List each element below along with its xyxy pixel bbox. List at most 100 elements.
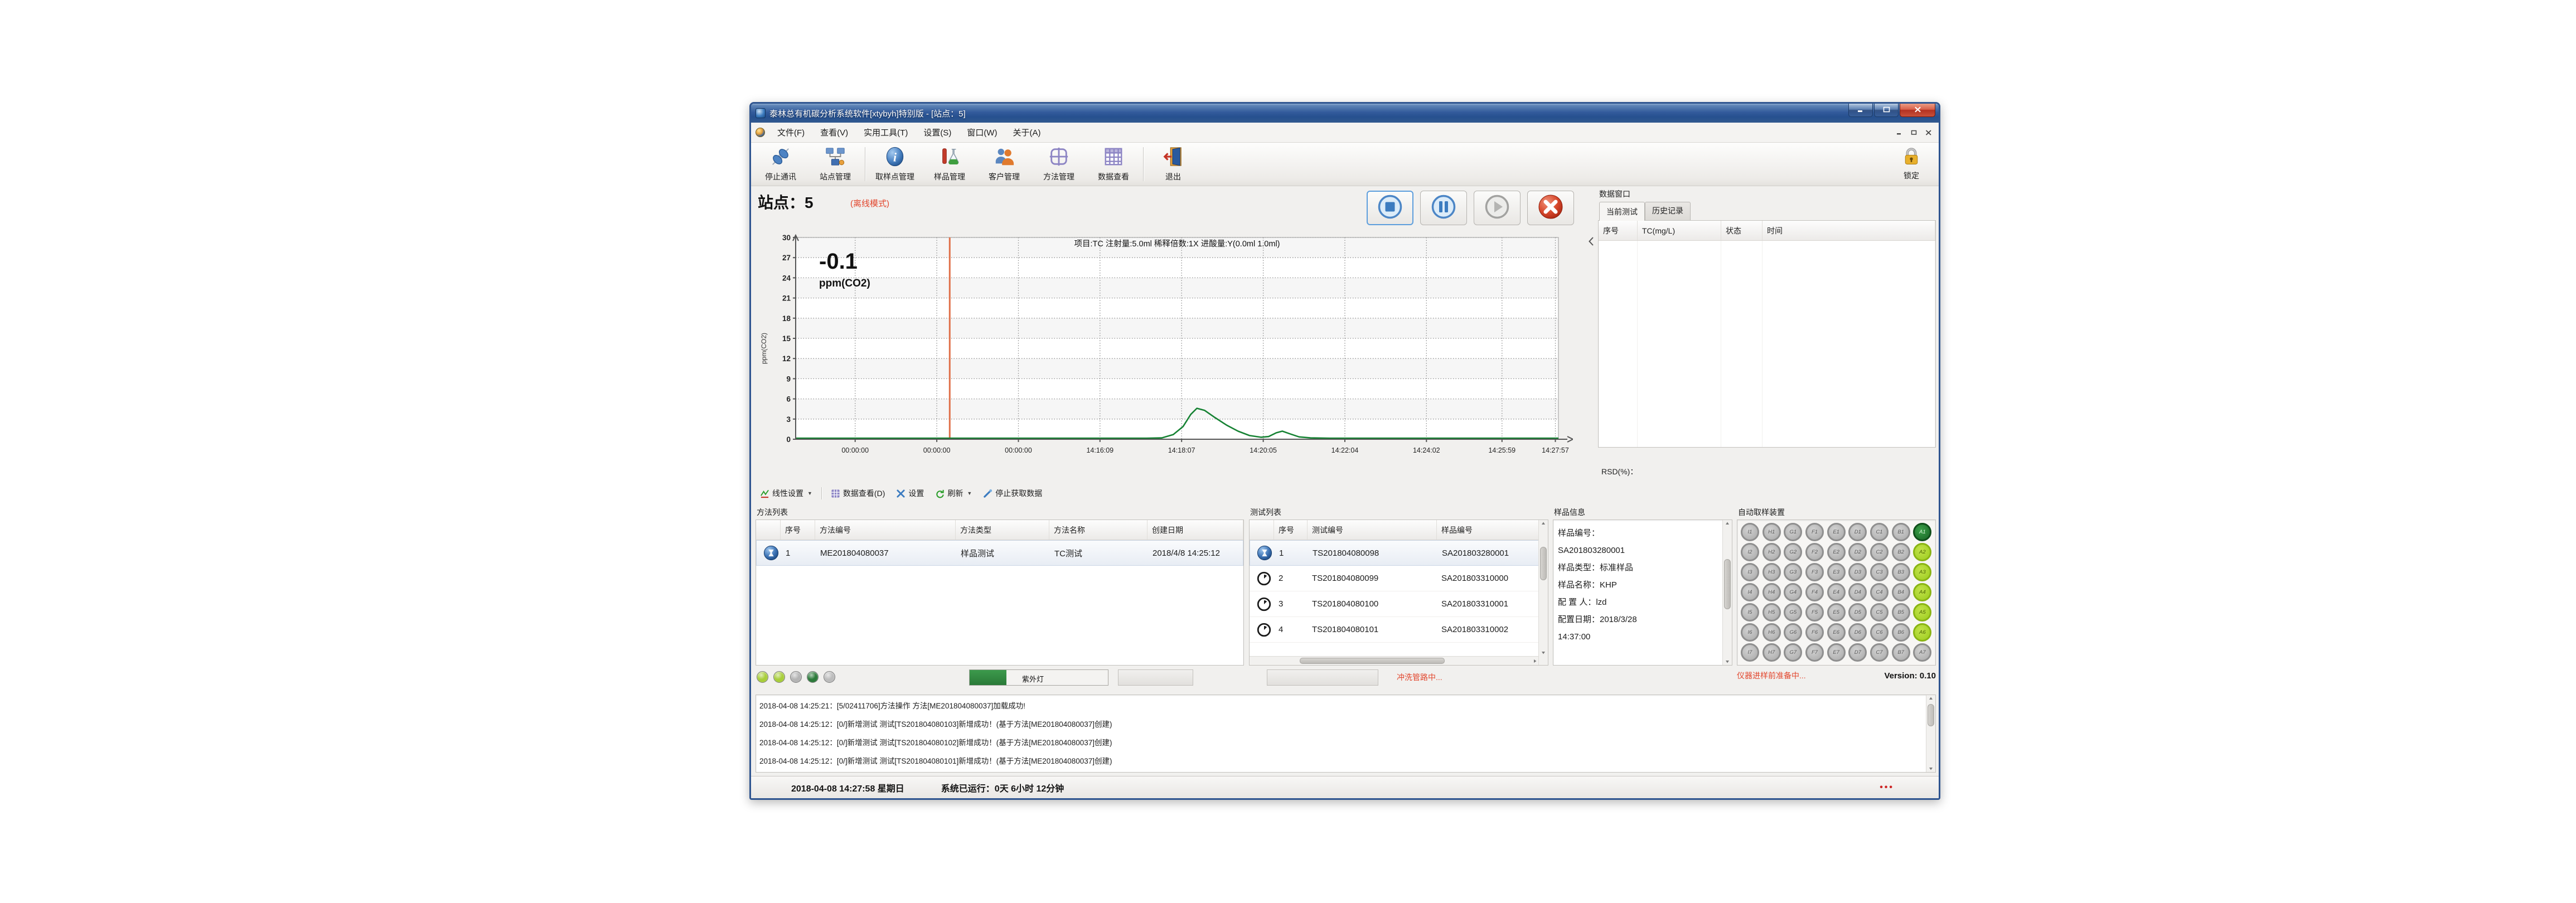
vial-C6[interactable]: C6 bbox=[1870, 623, 1889, 642]
vial-G6[interactable]: G6 bbox=[1784, 623, 1802, 642]
vial-H2[interactable]: H2 bbox=[1762, 543, 1781, 561]
menu-item[interactable]: 关于(A) bbox=[1005, 123, 1048, 142]
signal-chart[interactable]: 03691215182124273000:00:0000:00:0000:00:… bbox=[770, 233, 1573, 467]
scroll-down-icon[interactable] bbox=[1929, 766, 1933, 771]
minimize-button[interactable] bbox=[1848, 104, 1873, 117]
column-header[interactable]: 序号 bbox=[781, 520, 815, 540]
vial-B2[interactable]: B2 bbox=[1892, 543, 1910, 561]
vial-I7[interactable]: I7 bbox=[1741, 643, 1759, 662]
abort-run-button[interactable] bbox=[1527, 191, 1574, 225]
table-row[interactable]: 2TS201804080099SA201803310000 bbox=[1250, 566, 1548, 591]
vial-A6[interactable]: A6 bbox=[1913, 623, 1931, 642]
scroll-right-icon[interactable] bbox=[1533, 659, 1537, 663]
sample-info-scrollbar[interactable] bbox=[1722, 520, 1732, 665]
play-run-button[interactable] bbox=[1474, 191, 1521, 225]
column-header[interactable]: 方法编号 bbox=[815, 520, 956, 540]
vial-D4[interactable]: D4 bbox=[1848, 583, 1867, 601]
vial-G5[interactable]: G5 bbox=[1784, 603, 1802, 622]
title-bar[interactable]: 泰林总有机碳分析系统软件[xtybyh]特别版 - [站点：5] bbox=[751, 104, 1939, 123]
vial-H6[interactable]: H6 bbox=[1762, 623, 1781, 642]
vial-C1[interactable]: C1 bbox=[1870, 523, 1889, 541]
toolbar-button[interactable]: 客户管理 bbox=[977, 144, 1032, 185]
vial-F4[interactable]: F4 bbox=[1805, 583, 1824, 601]
column-header[interactable]: 测试编号 bbox=[1308, 520, 1437, 540]
vial-C7[interactable]: C7 bbox=[1870, 643, 1889, 662]
vial-E7[interactable]: E7 bbox=[1827, 643, 1846, 662]
vial-F2[interactable]: F2 bbox=[1805, 543, 1824, 561]
scroll-up-icon[interactable] bbox=[1725, 521, 1730, 526]
tab-历史记录[interactable]: 历史记录 bbox=[1645, 202, 1691, 221]
menu-item[interactable]: 窗口(W) bbox=[959, 123, 1005, 142]
vial-F5[interactable]: F5 bbox=[1805, 603, 1824, 622]
vial-I2[interactable]: I2 bbox=[1741, 543, 1759, 561]
table-row[interactable]: 1TS201804080098SA201803280001 bbox=[1250, 540, 1548, 566]
column-header[interactable]: 序号 bbox=[1274, 520, 1308, 540]
toolbar-button[interactable]: 退出 bbox=[1146, 144, 1200, 185]
vial-A1[interactable]: A1 bbox=[1913, 523, 1931, 541]
column-header[interactable] bbox=[756, 520, 781, 540]
vial-D5[interactable]: D5 bbox=[1848, 603, 1867, 622]
vial-I6[interactable]: I6 bbox=[1741, 623, 1759, 642]
mdi-close-button[interactable] bbox=[1924, 129, 1933, 136]
chart-toolbar-item[interactable]: 停止获取数据 bbox=[979, 486, 1047, 501]
collapse-panel-button[interactable] bbox=[1586, 235, 1595, 250]
column-header[interactable]: TC(mg/L) bbox=[1638, 221, 1721, 240]
vial-C5[interactable]: C5 bbox=[1870, 603, 1889, 622]
menu-item[interactable]: 实用工具(T) bbox=[856, 123, 916, 142]
lock-button[interactable]: 锁定 bbox=[1890, 145, 1933, 183]
pause-run-button[interactable] bbox=[1420, 191, 1467, 225]
vial-H4[interactable]: H4 bbox=[1762, 583, 1781, 601]
menu-item[interactable]: 文件(F) bbox=[769, 123, 812, 142]
vial-A5[interactable]: A5 bbox=[1913, 603, 1931, 622]
vial-E1[interactable]: E1 bbox=[1827, 523, 1846, 541]
menu-item[interactable]: 设置(S) bbox=[916, 123, 959, 142]
vial-D1[interactable]: D1 bbox=[1848, 523, 1867, 541]
vial-H5[interactable]: H5 bbox=[1762, 603, 1781, 622]
table-row[interactable]: 3TS201804080100SA201803310001 bbox=[1250, 591, 1548, 617]
stop-run-button[interactable] bbox=[1367, 191, 1413, 225]
toolbar-button[interactable]: 停止通讯 bbox=[753, 144, 808, 185]
vial-F6[interactable]: F6 bbox=[1805, 623, 1824, 642]
vial-I5[interactable]: I5 bbox=[1741, 603, 1759, 622]
vial-G7[interactable]: G7 bbox=[1784, 643, 1802, 662]
vial-B5[interactable]: B5 bbox=[1892, 603, 1910, 622]
test-list-horizontal-scrollbar[interactable] bbox=[1250, 656, 1538, 665]
vial-B6[interactable]: B6 bbox=[1892, 623, 1910, 642]
vial-D6[interactable]: D6 bbox=[1848, 623, 1867, 642]
vial-B1[interactable]: B1 bbox=[1892, 523, 1910, 541]
column-header[interactable] bbox=[1250, 520, 1274, 540]
table-row[interactable]: 4TS201804080101SA201803310002 bbox=[1250, 617, 1548, 643]
chart-toolbar-item[interactable]: 设置 bbox=[892, 486, 928, 501]
log-scrollbar[interactable] bbox=[1926, 695, 1935, 772]
vial-A3[interactable]: A3 bbox=[1913, 563, 1931, 581]
vial-G3[interactable]: G3 bbox=[1784, 563, 1802, 581]
vial-G4[interactable]: G4 bbox=[1784, 583, 1802, 601]
column-header[interactable]: 方法名称 bbox=[1049, 520, 1147, 540]
chart-toolbar-item[interactable]: 数据查看(D) bbox=[826, 486, 889, 501]
toolbar-button[interactable]: 数据查看 bbox=[1086, 144, 1141, 185]
vial-F7[interactable]: F7 bbox=[1805, 643, 1824, 662]
vial-E5[interactable]: E5 bbox=[1827, 603, 1846, 622]
vial-H7[interactable]: H7 bbox=[1762, 643, 1781, 662]
vial-A4[interactable]: A4 bbox=[1913, 583, 1931, 601]
vial-E2[interactable]: E2 bbox=[1827, 543, 1846, 561]
vial-C3[interactable]: C3 bbox=[1870, 563, 1889, 581]
scroll-down-icon[interactable] bbox=[1541, 650, 1546, 655]
column-header[interactable]: 状态 bbox=[1721, 221, 1762, 240]
scroll-up-icon[interactable] bbox=[1929, 696, 1933, 701]
vial-B7[interactable]: B7 bbox=[1892, 643, 1910, 662]
column-header[interactable]: 时间 bbox=[1762, 221, 1935, 240]
tab-当前测试[interactable]: 当前测试 bbox=[1599, 202, 1645, 221]
vial-C4[interactable]: C4 bbox=[1870, 583, 1889, 601]
vial-I4[interactable]: I4 bbox=[1741, 583, 1759, 601]
vial-I3[interactable]: I3 bbox=[1741, 563, 1759, 581]
vial-E6[interactable]: E6 bbox=[1827, 623, 1846, 642]
vial-E3[interactable]: E3 bbox=[1827, 563, 1846, 581]
test-list-vertical-scrollbar[interactable] bbox=[1538, 520, 1548, 665]
close-button[interactable] bbox=[1900, 104, 1935, 117]
vial-D3[interactable]: D3 bbox=[1848, 563, 1867, 581]
menu-item[interactable]: 查看(V) bbox=[812, 123, 856, 142]
vial-H3[interactable]: H3 bbox=[1762, 563, 1781, 581]
vial-F1[interactable]: F1 bbox=[1805, 523, 1824, 541]
vial-G1[interactable]: G1 bbox=[1784, 523, 1802, 541]
